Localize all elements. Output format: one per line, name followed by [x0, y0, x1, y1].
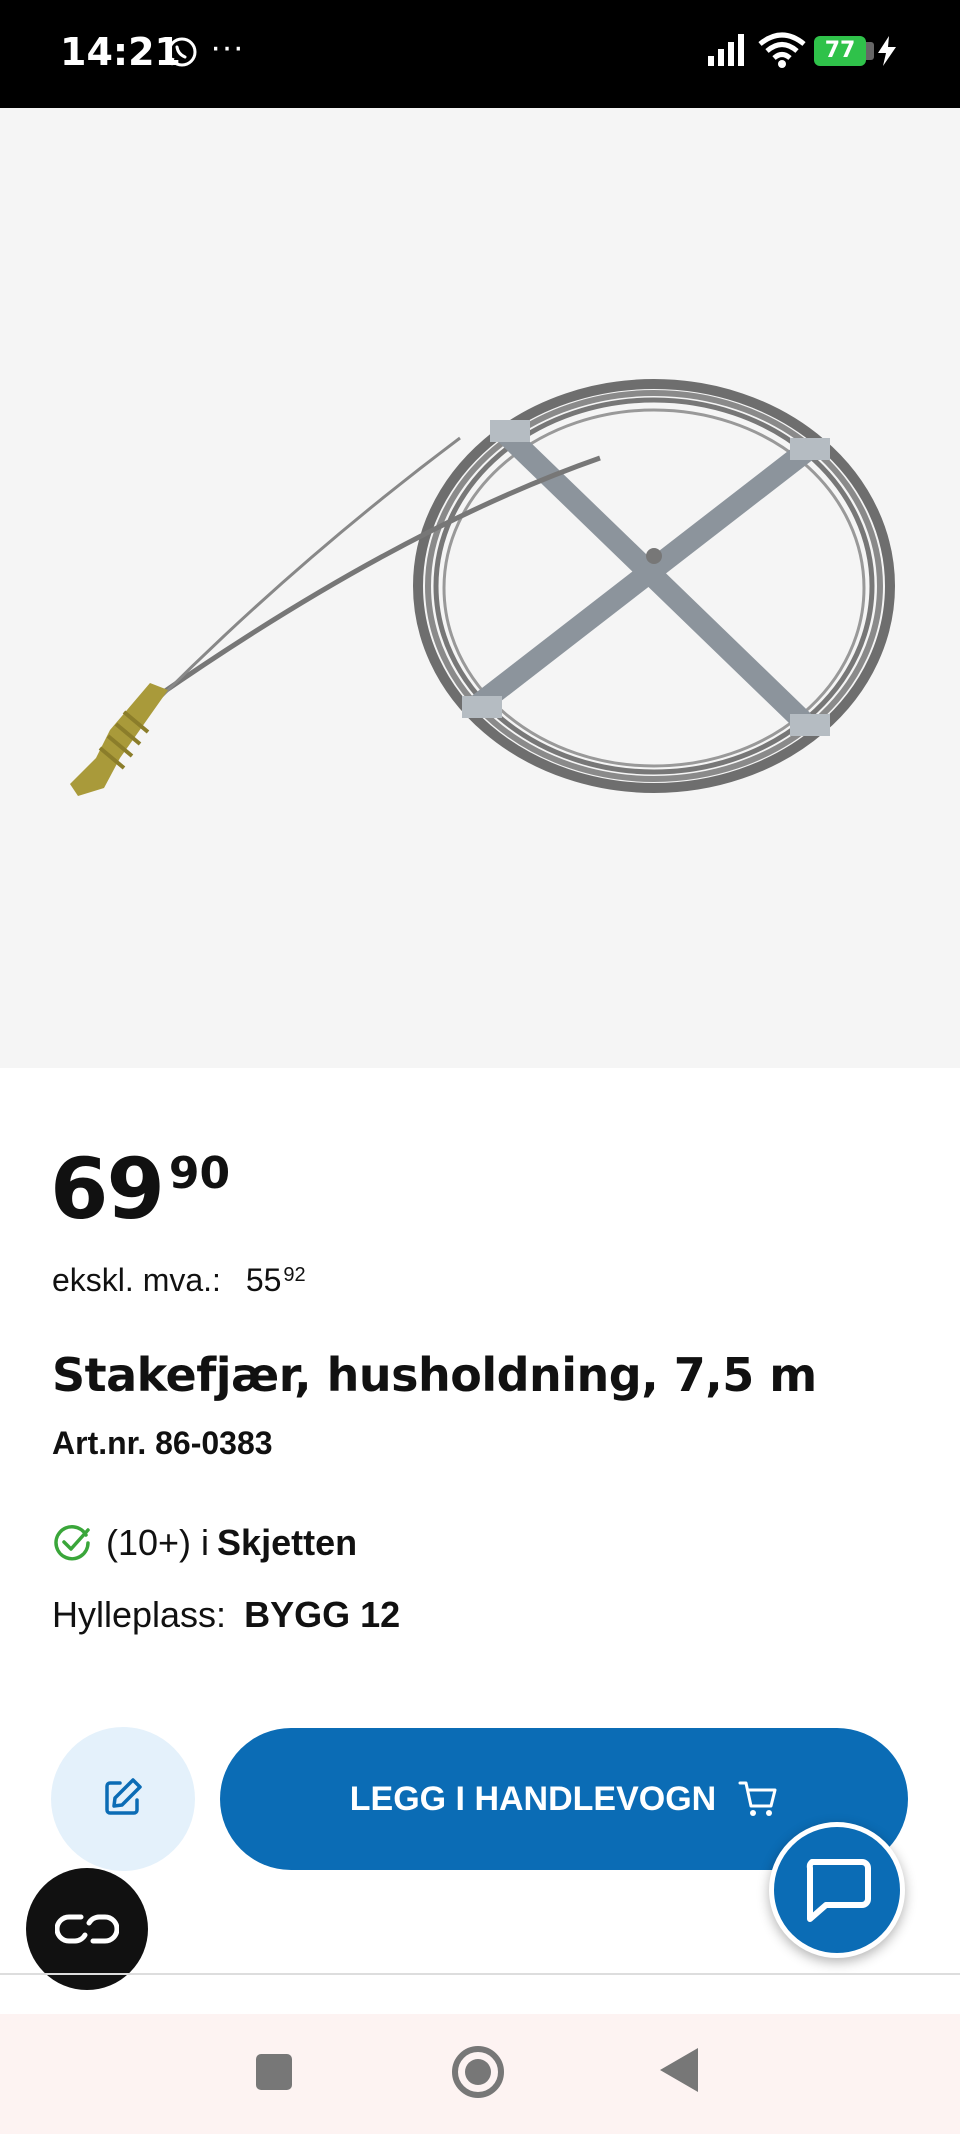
shelf-location: Hylleplass: BYGG 12 [52, 1594, 400, 1636]
product-price: 69 90 [50, 1140, 230, 1238]
chat-icon [806, 1859, 871, 1922]
price-ex-vat: ekskl. mva.: 55 92 [52, 1262, 306, 1299]
status-time: 14:21 [60, 30, 181, 74]
status-more: ··· [210, 28, 244, 66]
price-integer: 69 [50, 1140, 165, 1238]
cart-icon [738, 1781, 777, 1816]
charging-icon [878, 36, 896, 71]
shelf-value: BYGG 12 [244, 1594, 401, 1635]
ex-vat-integer: 55 [245, 1262, 282, 1298]
divider [0, 1973, 960, 1975]
stock-store[interactable]: Skjetten [217, 1522, 357, 1564]
article-number: Art.nr. 86-0383 [52, 1425, 273, 1461]
nav-back-icon[interactable] [660, 2048, 698, 2097]
price-decimal: 90 [168, 1148, 231, 1199]
product-image[interactable] [0, 108, 960, 1068]
wifi-icon [758, 32, 806, 73]
signal-icon [708, 34, 750, 71]
drain-snake-illustration [70, 379, 895, 796]
chat-button[interactable] [769, 1822, 905, 1958]
nav-recents-icon[interactable] [256, 2054, 292, 2090]
nav-home-inner [465, 2059, 491, 2085]
whatsapp-icon [164, 34, 200, 75]
check-circle-icon [52, 1523, 92, 1563]
battery-tip [866, 42, 874, 60]
edit-icon [102, 1776, 144, 1823]
edit-button[interactable] [51, 1727, 195, 1871]
accessibility-button[interactable] [26, 1868, 148, 1990]
status-bar: 14:21 ··· 77 [0, 0, 960, 108]
ex-vat-decimal: 92 [283, 1264, 306, 1286]
add-to-cart-label: LEGG I HANDLEVOGN [349, 1779, 717, 1818]
battery-level: 77 [814, 36, 866, 66]
shelf-label: Hylleplass: [52, 1594, 227, 1635]
stock-status[interactable]: (10+) i Skjetten [52, 1522, 357, 1564]
ex-vat-label: ekskl. mva.: [52, 1262, 221, 1298]
stock-count: (10+) i [106, 1522, 210, 1563]
product-title: Stakefjær, husholdning, 7,5 m [52, 1348, 817, 1402]
glasses-icon [55, 1914, 119, 1944]
